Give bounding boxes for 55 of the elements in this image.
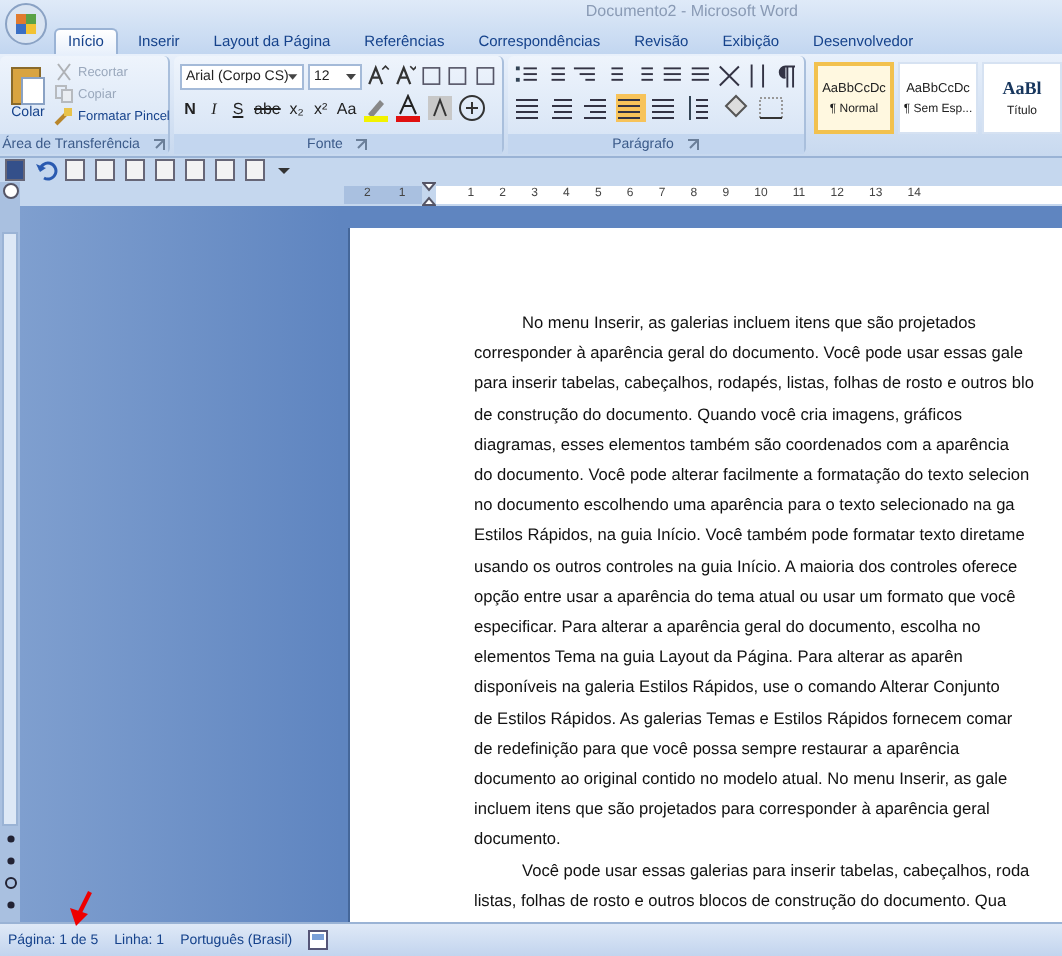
format-button[interactable]: S (228, 94, 248, 122)
text-line: do documento. Você pode alterar facilmente a formatação do texto selecion (474, 462, 1032, 489)
format-button[interactable]: abe (252, 94, 283, 122)
text-line: incluem itens que são projetados para corresponder à aparência geral (474, 796, 992, 823)
enclose-char-icon[interactable] (458, 94, 487, 122)
char-shading-icon[interactable] (426, 94, 455, 122)
format-button[interactable]: x² (310, 94, 331, 122)
text-line: de Estilos Rápidos. As galerias Temas e Estilos Rápidos fornecem comar (474, 705, 1015, 732)
text-line: Você pode usar essas galerias para inserir tabelas, cabeçalhos, roda (520, 857, 1032, 884)
align-center-icon[interactable] (548, 94, 578, 122)
scissors-icon (54, 62, 74, 82)
format-button[interactable]: Aa (334, 94, 359, 122)
align-left-icon[interactable] (514, 94, 544, 122)
format-button[interactable]: x₂ (286, 94, 307, 122)
align-right-icon[interactable] (582, 94, 612, 122)
text-line: elementos Tema na guia Layout da Página. Para alterar as aparên (474, 644, 965, 671)
justify-icon[interactable] (616, 94, 646, 122)
paintbrush-icon (54, 106, 74, 126)
dropdown-arrow-icon (346, 73, 357, 79)
text-line: No menu Inserir, as galerias incluem itens que são projetados (520, 310, 978, 336)
office-button-icon[interactable] (4, 2, 48, 46)
text-line: no documento escolhendo uma aparência para o texto selecionado na ga (474, 492, 1017, 519)
clipboard-icon (10, 62, 46, 106)
text-line: documento ao original contido no modelo atual. No menu Inserir, as gale (474, 766, 1010, 793)
text-line: opção entre usar a aparência do tema atual ou usar um formato que você (474, 583, 1018, 610)
text-line: para inserir tabelas, cabeçalhos, rodapés, listas, folhas de rosto e outros blo (474, 370, 1036, 397)
dropdown-arrow-icon (288, 73, 298, 79)
text-line: Estilos Rápidos, na guia Início. Você também pode formatar texto diretame (474, 522, 1027, 549)
text-line: de redefinição para que você possa sempre restaurar a aparência (474, 735, 962, 762)
arrow-icon (68, 890, 96, 926)
save-icon[interactable] (4, 158, 28, 182)
layout-icon[interactable] (308, 930, 329, 950)
dialog-launcher-icon[interactable] (354, 137, 369, 151)
pilcrow-icon[interactable] (773, 62, 799, 90)
text-line: especificar. Para alterar a aparência geral do documento, escolha no (474, 614, 983, 641)
window-title: Documento2 - Microsoft Word (583, 0, 800, 24)
grow-font-icon[interactable] (366, 62, 389, 90)
format-button[interactable]: I (204, 94, 224, 122)
text-line: listas, folhas de rosto e outros blocos de construção do documento. Qua (474, 887, 1009, 914)
text-line: usando os outros controles na guia Início. A maioria dos controles oferece (474, 553, 1020, 580)
text-line: documento. (474, 826, 563, 853)
dialog-launcher-icon[interactable] (685, 137, 700, 151)
text-line: de construção do documento. Quando você cria imagens, gráficos (474, 401, 964, 428)
text-line: diagramas, esses elementos também são coordenados com a aparência (474, 431, 1011, 458)
copy-icon (54, 84, 74, 104)
borders-icon[interactable] (756, 94, 788, 122)
indent-marker-icon[interactable] (421, 182, 436, 206)
text-line: corresponder à aparência geral do documento. Você pode usar essas gale (474, 340, 1025, 367)
distribute-icon[interactable] (650, 94, 680, 122)
dialog-launcher-icon[interactable] (151, 137, 166, 151)
font-color-icon[interactable] (394, 94, 423, 122)
undo-icon[interactable] (34, 158, 58, 182)
text-line: disponíveis na galeria Estilos Rápidos, use o comando Alterar Conjunto (474, 674, 1002, 701)
shrink-font-icon[interactable] (393, 62, 416, 90)
format-button[interactable]: N (180, 94, 200, 122)
